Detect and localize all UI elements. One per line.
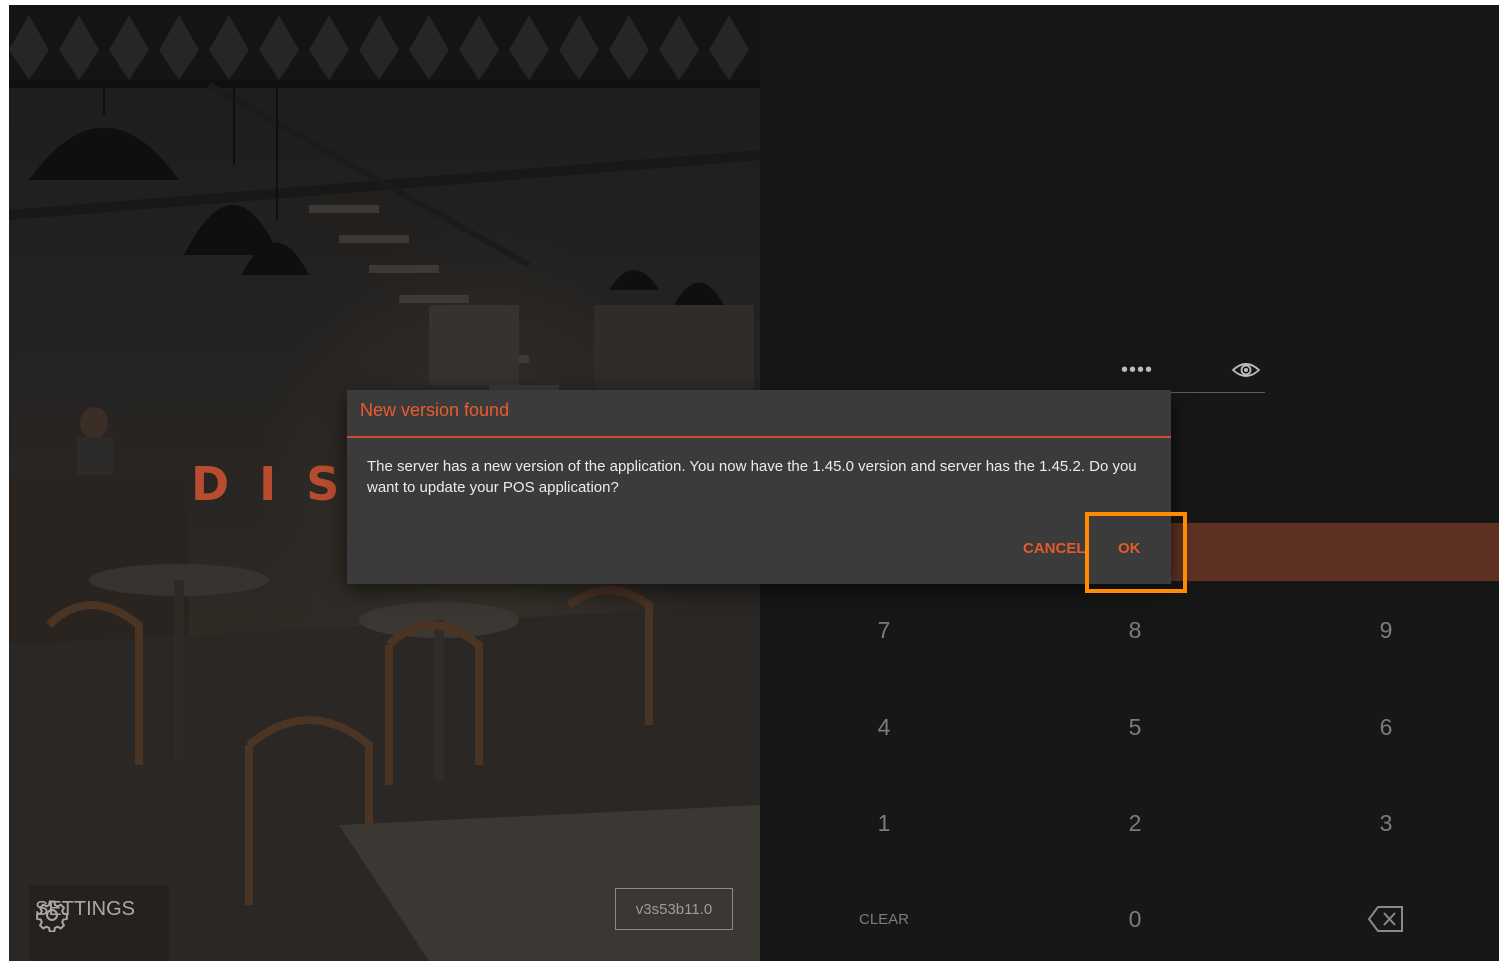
eye-icon[interactable] [1231, 359, 1261, 381]
key-4[interactable]: 4 [824, 697, 944, 757]
key-8[interactable]: 8 [1075, 600, 1195, 660]
update-dialog: New version found The server has a new v… [347, 390, 1171, 584]
app-screen: DIS SETTINGS v3s53b11.0 •••• 7 8 9 4 5 6… [9, 5, 1499, 961]
version-badge: v3s53b11.0 [615, 888, 733, 930]
ok-highlight-box [1085, 512, 1187, 593]
brand-logo-text: DIS [191, 457, 370, 511]
key-2[interactable]: 2 [1075, 793, 1195, 853]
settings-button[interactable]: SETTINGS [35, 898, 135, 932]
dialog-title: New version found [360, 400, 510, 420]
backspace-icon [1367, 906, 1403, 932]
key-9[interactable]: 9 [1326, 600, 1446, 660]
gear-icon [36, 900, 68, 932]
pin-field[interactable]: •••• [1009, 355, 1265, 393]
pin-masked-value: •••• [1121, 359, 1154, 381]
key-7[interactable]: 7 [824, 600, 944, 660]
dialog-message: The server has a new version of the appl… [367, 458, 1137, 496]
key-6[interactable]: 6 [1326, 697, 1446, 757]
backspace-button[interactable] [1326, 889, 1446, 949]
dialog-divider [347, 436, 1171, 438]
key-3[interactable]: 3 [1326, 793, 1446, 853]
cancel-button[interactable]: CANCEL [1023, 540, 1086, 557]
clear-button[interactable]: CLEAR [824, 889, 944, 949]
key-1[interactable]: 1 [824, 793, 944, 853]
key-0[interactable]: 0 [1075, 889, 1195, 949]
key-5[interactable]: 5 [1075, 697, 1195, 757]
